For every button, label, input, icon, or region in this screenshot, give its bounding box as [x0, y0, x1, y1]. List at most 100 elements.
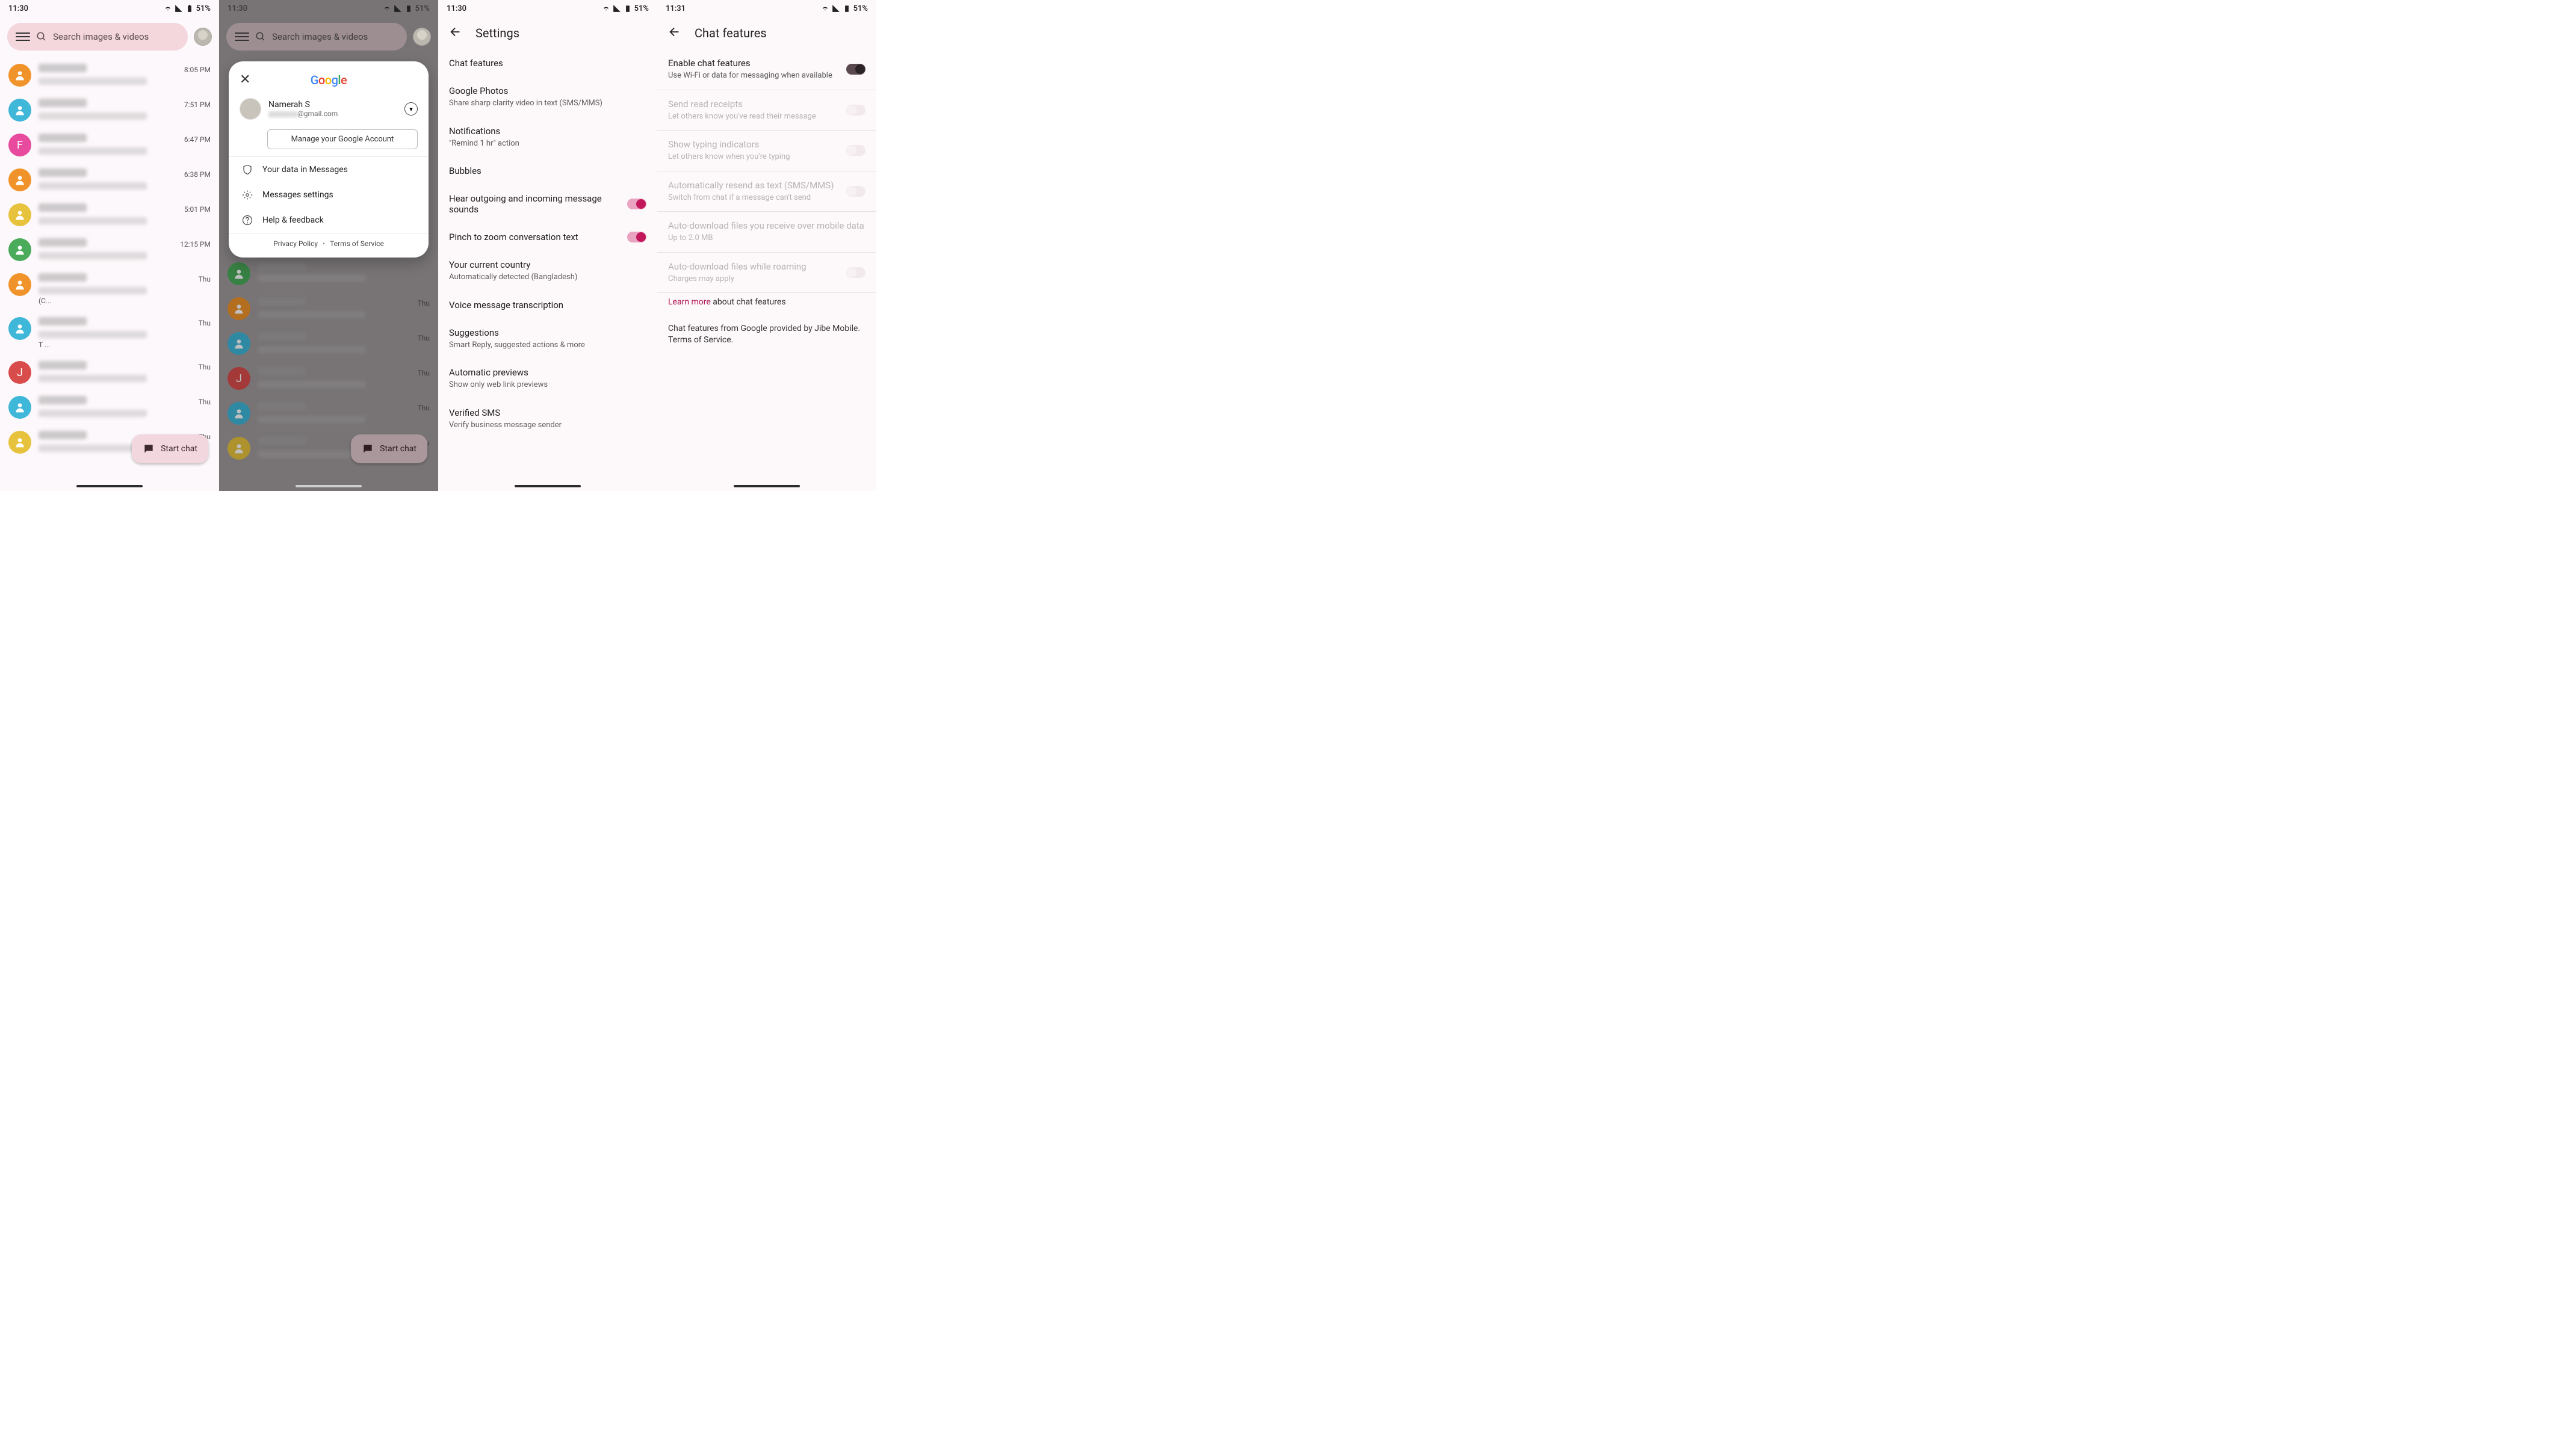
status-icons: 51%: [164, 4, 211, 13]
status-bar: 11:31 51%: [657, 0, 876, 17]
toggle-switch[interactable]: [627, 199, 646, 209]
setting-item[interactable]: SuggestionsSmart Reply, suggested action…: [438, 319, 657, 359]
setting-item: Auto-download files you receive over mob…: [657, 212, 876, 252]
message-preview-blurred: [39, 375, 147, 382]
setting-subtitle: Verify business message sender: [449, 420, 646, 431]
page-title: Chat features: [695, 26, 767, 40]
app-bar: Settings: [438, 17, 657, 49]
chat-features-list: Enable chat featuresUse Wi-Fi or data fo…: [657, 49, 876, 293]
setting-item[interactable]: Hear outgoing and incoming message sound…: [438, 185, 657, 223]
conversation-item[interactable]: 8:05 PM: [0, 58, 219, 93]
setting-subtitle: "Remind 1 hr" action: [449, 138, 646, 149]
setting-item[interactable]: Your current countryAutomatically detect…: [438, 251, 657, 291]
navigation-handle[interactable]: [76, 485, 143, 487]
battery-pct: 51%: [196, 4, 211, 13]
message-preview-blurred: [39, 252, 147, 259]
signal-icon: [613, 4, 621, 13]
setting-title: Google Photos: [449, 85, 646, 96]
screen-chat-features: 11:31 51% Chat features Enable chat feat…: [657, 0, 876, 491]
profile-avatar[interactable]: [194, 28, 212, 46]
messages-settings-item[interactable]: Messages settings: [229, 182, 429, 208]
setting-item[interactable]: Enable chat featuresUse Wi-Fi or data fo…: [657, 49, 876, 90]
search-input[interactable]: Search images & videos: [226, 23, 407, 51]
conversation-item[interactable]: 5:01 PM: [0, 197, 219, 232]
setting-item[interactable]: Notifications"Remind 1 hr" action: [438, 117, 657, 158]
toggle-switch[interactable]: [846, 64, 865, 75]
contact-avatar: [8, 317, 31, 340]
setting-item[interactable]: Automatic previewsShow only web link pre…: [438, 359, 657, 399]
contact-name-blurred: [39, 134, 87, 142]
profile-avatar[interactable]: [413, 28, 431, 46]
conversation-item[interactable]: Thu (C...: [0, 267, 219, 311]
account-avatar: [240, 98, 261, 120]
contact-avatar: [8, 203, 31, 226]
conversation-time: 7:51 PM: [184, 100, 211, 109]
conversation-item[interactable]: Thu T ...: [0, 311, 219, 355]
setting-item[interactable]: Verified SMS Verify business message send…: [438, 399, 657, 439]
conversation-item[interactable]: 12:15 PM: [0, 232, 219, 267]
toggle-switch: [846, 267, 865, 278]
setting-item[interactable]: Google Photos Share sharp clarity video i…: [438, 77, 657, 117]
setting-subtitle: Switch from chat if a message can't send: [668, 193, 840, 203]
wifi-icon: [821, 4, 829, 13]
your-data-item[interactable]: Your data in Messages: [229, 157, 429, 182]
setting-title: Enable chat features: [668, 58, 840, 69]
setting-item: Show typing indicatorsLet others know wh…: [657, 131, 876, 171]
manage-account-button[interactable]: Manage your Google Account: [267, 129, 418, 149]
conversation-item[interactable]: F 6:47 PM: [0, 128, 219, 162]
message-preview-blurred: [39, 331, 147, 338]
conversation-time: 6:38 PM: [184, 170, 211, 179]
toggle-switch[interactable]: [627, 232, 646, 242]
conversation-item[interactable]: J Thu: [0, 355, 219, 390]
status-icons: 51%: [821, 4, 868, 13]
expand-accounts-icon[interactable]: ▾: [404, 102, 418, 116]
conversation-item[interactable]: Thu: [0, 390, 219, 425]
setting-item[interactable]: Voice message transcription: [438, 291, 657, 319]
google-logo: Google: [240, 73, 418, 87]
setting-title: Verified SMS: [449, 407, 646, 418]
setting-item[interactable]: Chat features: [438, 49, 657, 77]
wifi-icon: [383, 4, 391, 13]
conversation-time: Thu: [199, 398, 211, 406]
provider-note: Chat features from Google provided by Ji…: [657, 319, 876, 350]
toggle-switch: [846, 186, 865, 197]
contact-avatar: [8, 431, 31, 454]
setting-title: Your current country: [449, 259, 646, 270]
contact-name-blurred: [39, 273, 87, 282]
chat-icon: [143, 443, 155, 455]
navigation-handle[interactable]: [515, 485, 581, 487]
back-button[interactable]: [449, 25, 462, 41]
setting-title: Bubbles: [449, 165, 646, 176]
privacy-link[interactable]: Privacy Policy: [273, 239, 318, 248]
setting-title: Auto-download files you receive over mob…: [668, 220, 865, 231]
start-chat-fab[interactable]: Start chat: [132, 434, 208, 463]
search-input[interactable]: Search images & videos: [7, 23, 188, 51]
account-row[interactable]: Namerah S @gmail.com ▾: [229, 93, 429, 125]
terms-link[interactable]: Terms of Service: [330, 239, 384, 248]
menu-icon[interactable]: [235, 29, 249, 44]
conversation-time: Thu: [199, 363, 211, 371]
conversation-item[interactable]: 7:51 PM: [0, 93, 219, 128]
navigation-handle[interactable]: [296, 485, 362, 487]
conversation-item[interactable]: 6:38 PM: [0, 162, 219, 197]
setting-item[interactable]: Pinch to zoom conversation text: [438, 223, 657, 251]
contact-avatar: [8, 238, 31, 261]
setting-subtitle: Share sharp clarity video in text (SMS/M…: [449, 98, 646, 109]
gear-icon: [242, 190, 253, 200]
status-bar: 11:30 51%: [219, 0, 438, 17]
setting-subtitle: Up to 2.0 MB: [668, 233, 865, 244]
search-row: Search images & videos: [0, 17, 219, 57]
navigation-handle[interactable]: [734, 485, 800, 487]
setting-item[interactable]: Bubbles: [438, 157, 657, 185]
help-feedback-item[interactable]: Help & feedback: [229, 208, 429, 233]
menu-icon[interactable]: [16, 29, 30, 44]
start-chat-fab[interactable]: Start chat: [351, 434, 427, 463]
setting-title: Chat features: [449, 58, 646, 69]
status-icons: 51%: [383, 4, 430, 13]
conversation-time: 6:47 PM: [184, 135, 211, 144]
setting-title: Send read receipts: [668, 99, 840, 110]
learn-more-row[interactable]: Learn more about chat features: [657, 293, 876, 312]
learn-more-link[interactable]: Learn more: [668, 297, 711, 307]
back-button[interactable]: [668, 25, 681, 41]
conversation-item: Thu: [219, 291, 438, 326]
